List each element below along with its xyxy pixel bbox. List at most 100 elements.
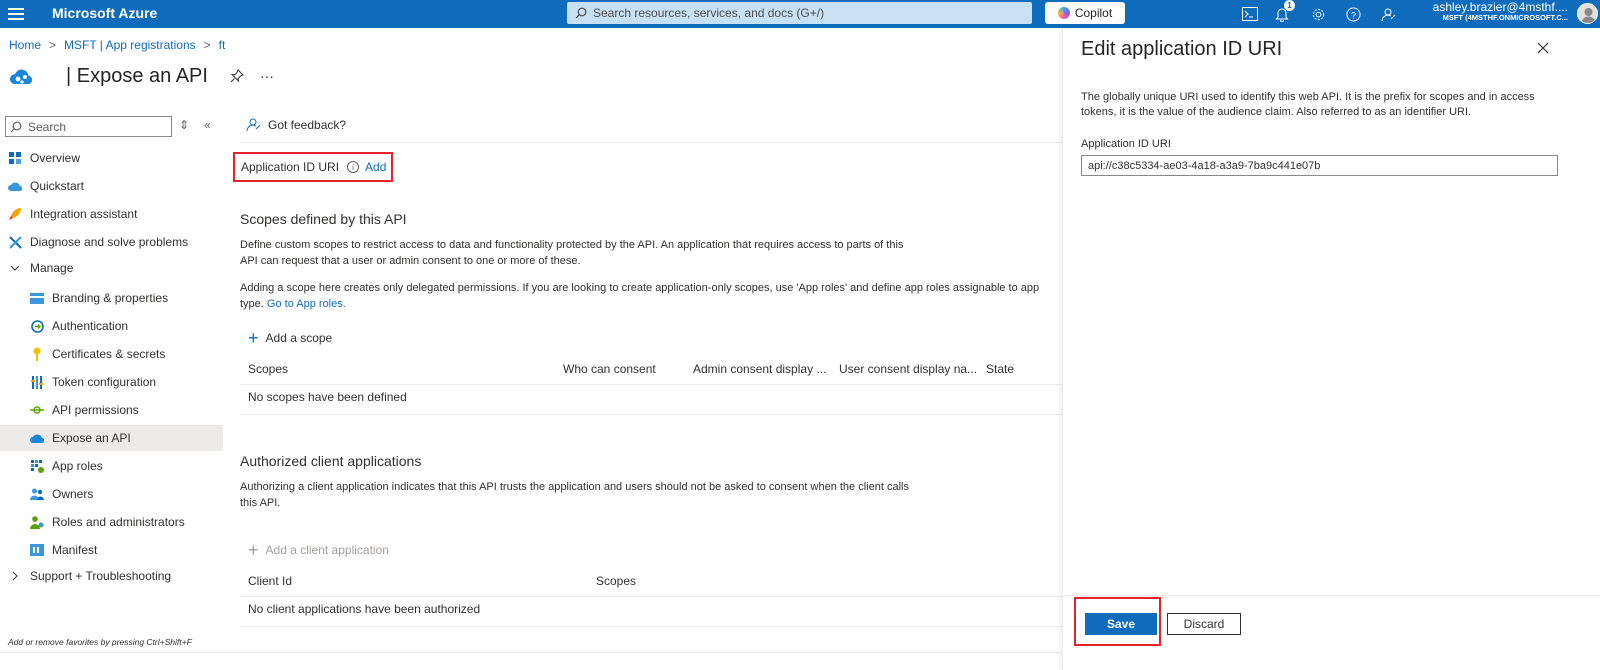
feedback-button[interactable]: Got feedback? bbox=[246, 117, 346, 132]
feedback-icon[interactable] bbox=[1379, 4, 1399, 24]
sidebar-item-api-permissions[interactable]: API permissions bbox=[30, 397, 223, 423]
scopes-description-line1: Define custom scopes to restrict access … bbox=[240, 239, 904, 251]
sidebar-item-label: App roles bbox=[52, 459, 103, 473]
nav-search-placeholder: Search bbox=[28, 119, 67, 134]
column-header-client-id[interactable]: Client Id bbox=[248, 574, 292, 588]
sidebar-item-token-configuration[interactable]: Token configuration bbox=[30, 369, 223, 395]
branding-icon bbox=[30, 291, 44, 305]
feedback-label: Got feedback? bbox=[268, 117, 347, 132]
sidebar-item-branding[interactable]: Branding & properties bbox=[30, 285, 223, 311]
avatar[interactable] bbox=[1577, 3, 1598, 24]
account-tenant: MSFT (4MSTHF.ONMICROSOFT.C... bbox=[1442, 13, 1568, 23]
sidebar-item-expose-an-api[interactable]: Expose an API bbox=[0, 425, 223, 451]
panel-title: Edit application ID URI bbox=[1081, 38, 1283, 60]
collapse-nav-icon[interactable]: « bbox=[204, 118, 211, 132]
column-header-who-can-consent[interactable]: Who can consent bbox=[563, 362, 656, 376]
info-icon[interactable]: i bbox=[347, 161, 360, 173]
chevron-right-icon: > bbox=[203, 38, 211, 52]
table-header-divider bbox=[240, 384, 1062, 385]
breadcrumb-home[interactable]: Home bbox=[9, 38, 41, 52]
sort-icon[interactable]: ⇕ bbox=[179, 118, 189, 132]
sidebar-item-manifest[interactable]: Manifest bbox=[30, 537, 223, 563]
breadcrumb: Home > MSFT | App registrations > ft bbox=[9, 38, 225, 52]
notification-badge: 1 bbox=[1284, 0, 1295, 11]
app-roles-icon bbox=[30, 459, 44, 473]
more-options-icon[interactable]: ··· bbox=[260, 68, 274, 84]
sidebar-item-authentication[interactable]: Authentication bbox=[30, 313, 223, 339]
sidebar-item-label: Quickstart bbox=[30, 179, 85, 193]
column-header-user-consent[interactable]: User consent display na... bbox=[839, 362, 977, 376]
clients-header-divider bbox=[240, 596, 1062, 597]
application-id-uri-field-label: Application ID URI bbox=[1081, 138, 1171, 150]
chevron-right-icon bbox=[8, 569, 22, 583]
chevron-down-icon bbox=[8, 261, 22, 275]
sidebar-item-roles-admins[interactable]: Roles and administrators bbox=[30, 509, 223, 535]
sidebar-item-label: Integration assistant bbox=[30, 207, 138, 221]
sidebar-item-label: Diagnose and solve problems bbox=[30, 235, 189, 249]
search-icon bbox=[575, 7, 587, 19]
brand-name[interactable]: Microsoft Azure bbox=[52, 5, 157, 21]
sidebar-item-app-roles[interactable]: App roles bbox=[30, 453, 223, 479]
column-header-scopes[interactable]: Scopes bbox=[248, 362, 288, 376]
app-registration-cloud-icon bbox=[9, 69, 33, 84]
sidebar-item-owners[interactable]: Owners bbox=[30, 481, 223, 507]
wrench-icon bbox=[8, 235, 22, 249]
svg-text:?: ? bbox=[1350, 10, 1355, 20]
bell-icon[interactable]: 1 bbox=[1272, 0, 1295, 24]
application-id-uri-label: Application ID URI bbox=[241, 160, 340, 174]
chevron-right-icon: > bbox=[49, 38, 57, 52]
sidebar-item-label: Authentication bbox=[52, 319, 129, 333]
application-id-uri-row: Application ID URI i Add bbox=[233, 152, 393, 182]
save-button[interactable]: Save bbox=[1085, 613, 1157, 635]
add-client-application-button[interactable]: + Add a client application bbox=[248, 540, 389, 560]
sidebar-item-label: Manage bbox=[30, 261, 74, 275]
rocket-icon bbox=[8, 207, 22, 221]
panel-footer-divider bbox=[1063, 595, 1600, 596]
scopes-heading: Scopes defined by this API bbox=[240, 211, 407, 227]
plus-icon: + bbox=[248, 328, 259, 348]
breadcrumb-app[interactable]: ft bbox=[219, 38, 226, 52]
scopes-note-line2: type. bbox=[240, 298, 264, 310]
application-id-uri-input[interactable] bbox=[1081, 155, 1558, 176]
clients-description-line1: Authorizing a client application indicat… bbox=[240, 481, 909, 493]
api-permissions-icon bbox=[30, 403, 44, 417]
column-header-client-scopes[interactable]: Scopes bbox=[596, 574, 636, 588]
go-to-app-roles-link[interactable]: Go to App roles. bbox=[267, 298, 346, 310]
help-icon[interactable]: ? bbox=[1343, 4, 1363, 24]
account-info[interactable]: ashley.brazier@4msthf.... MSFT (4MSTHF.O… bbox=[1428, 0, 1568, 23]
copilot-label: Copilot bbox=[1074, 6, 1113, 20]
hamburger-icon[interactable] bbox=[8, 6, 24, 20]
discard-button[interactable]: Discard bbox=[1167, 613, 1241, 635]
copilot-button[interactable]: Copilot bbox=[1045, 2, 1125, 24]
plus-icon: + bbox=[248, 540, 259, 560]
search-icon bbox=[10, 121, 22, 132]
sidebar-group-support[interactable]: Support + Troubleshooting bbox=[8, 563, 223, 589]
scopes-empty-message: No scopes have been defined bbox=[248, 390, 407, 404]
roles-icon bbox=[30, 515, 44, 529]
quickstart-icon bbox=[8, 179, 22, 193]
add-application-id-uri-link[interactable]: Add bbox=[365, 160, 386, 174]
sidebar-item-overview[interactable]: Overview bbox=[8, 145, 223, 171]
toolbar-divider bbox=[240, 142, 1062, 143]
sidebar-item-quickstart[interactable]: Quickstart bbox=[8, 173, 223, 199]
sidebar-item-integration-assistant[interactable]: Integration assistant bbox=[8, 201, 223, 227]
nav-search-input[interactable]: Search bbox=[5, 116, 172, 137]
gear-icon[interactable] bbox=[1308, 4, 1328, 24]
global-search-input[interactable]: Search resources, services, and docs (G+… bbox=[567, 2, 1032, 24]
sidebar-item-diagnose[interactable]: Diagnose and solve problems bbox=[8, 229, 223, 255]
sidebar-group-manage[interactable]: Manage bbox=[8, 255, 223, 281]
sidebar-item-label: Owners bbox=[52, 487, 94, 501]
column-header-admin-consent[interactable]: Admin consent display ... bbox=[693, 362, 826, 376]
sidebar-item-certificates[interactable]: Certificates & secrets bbox=[30, 341, 223, 367]
add-scope-button[interactable]: + Add a scope bbox=[248, 328, 332, 348]
pin-icon[interactable] bbox=[230, 69, 244, 83]
overview-icon bbox=[8, 151, 22, 165]
column-header-state[interactable]: State bbox=[986, 362, 1014, 376]
bottom-divider bbox=[0, 652, 1062, 653]
close-icon[interactable] bbox=[1537, 42, 1549, 54]
cloud-shell-icon[interactable] bbox=[1240, 4, 1260, 24]
breadcrumb-app-registrations[interactable]: MSFT | App registrations bbox=[64, 38, 196, 52]
manifest-icon bbox=[30, 543, 44, 557]
nav-favorites-hint: Add or remove favorites by pressing Ctrl… bbox=[8, 637, 192, 647]
sidebar-item-label: Roles and administrators bbox=[52, 515, 185, 529]
